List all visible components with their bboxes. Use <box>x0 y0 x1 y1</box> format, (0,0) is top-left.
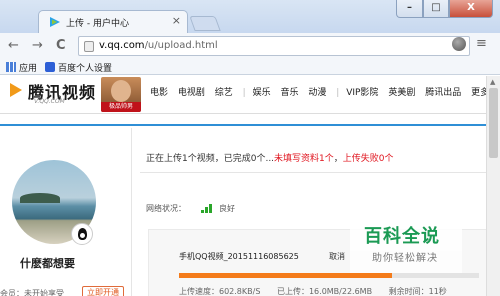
browser-toolbar: ← → C v.qq.com/u/upload.html ☆ ≡ <box>0 33 500 59</box>
bookmarks-bar: 应用 百度个人设置 <box>0 59 500 75</box>
network-status: 良好 <box>219 204 235 213</box>
upload-speed: 上传速度：602.8KB/S <box>179 287 261 296</box>
close-window-button[interactable]: X <box>449 0 493 18</box>
signal-bars-icon <box>201 204 215 213</box>
url-host: v.qq.com <box>99 40 145 51</box>
new-tab-button[interactable] <box>189 16 221 31</box>
promo-portrait <box>111 80 131 102</box>
scroll-up-icon[interactable]: ▲ <box>490 78 495 86</box>
nav-item-vip[interactable]: VIP影院 <box>346 88 378 98</box>
logo-play-icon <box>10 83 22 97</box>
page-content: 腾讯视频 V.QQ.COM 极品帅男 电影 电视剧 综艺 | 娱乐 音乐 动漫 … <box>0 76 486 296</box>
minimize-button[interactable]: – <box>396 0 423 18</box>
url-path: /u/upload.html <box>144 40 218 51</box>
scroll-thumb[interactable] <box>489 88 498 158</box>
tab-strip: 上传 - 用户中心 × – □ X <box>0 0 500 33</box>
bookmark-label: 百度个人设置 <box>58 64 113 74</box>
member-status: 会员：未开始享受 <box>0 289 64 296</box>
vertical-scrollbar[interactable]: ▲ <box>486 76 500 296</box>
tab-close-icon[interactable]: × <box>172 14 181 27</box>
reload-icon[interactable]: C <box>56 38 66 53</box>
nav-item-variety[interactable]: 综艺 <box>215 88 233 98</box>
site-header: 腾讯视频 V.QQ.COM 极品帅男 电影 电视剧 综艺 | 娱乐 音乐 动漫 … <box>0 76 486 114</box>
main-nav: 电影 电视剧 综艺 | 娱乐 音乐 动漫 | VIP影院 英美剧 腾讯出品 更多 <box>150 85 486 98</box>
baike-watermark: 百科全说 助你轻松解决 <box>350 221 462 273</box>
settings-wrench-icon[interactable]: ≡ <box>476 36 487 51</box>
tencent-video-favicon-icon <box>50 17 60 27</box>
upload-amount: 已上传：16.0MB/22.6MB <box>276 287 373 296</box>
upload-stats: 上传速度：602.8KB/S 已上传：16.0MB/22.6MB 剩余时间：11… <box>179 286 461 296</box>
nav-item-music[interactable]: 音乐 <box>280 88 298 98</box>
upload-status: 正在上传1个视频，已完成0个...未填写资料1个，上传失败0个 <box>146 151 394 164</box>
upload-file-name: 手机QQ视频_20151116085625 <box>179 252 299 261</box>
extension-globe-icon[interactable] <box>452 37 466 51</box>
bookmark-label: 应用 <box>19 64 38 74</box>
forward-icon[interactable]: → <box>32 38 43 53</box>
upload-progress-bar <box>179 273 479 278</box>
nav-item-movie[interactable]: 电影 <box>150 88 168 98</box>
upload-progress-fill <box>179 273 392 278</box>
url-text: v.qq.com/u/upload.html <box>99 40 218 51</box>
nav-item-anime[interactable]: 动漫 <box>308 88 326 98</box>
nav-separator: | <box>242 88 246 98</box>
username: 什麽都想要 <box>20 257 75 270</box>
back-icon[interactable]: ← <box>8 38 19 53</box>
header-accent-bar <box>0 124 486 126</box>
baidu-paw-icon <box>45 62 55 72</box>
avatar-island <box>20 193 60 203</box>
watermark-title: 百科全说 <box>364 226 440 247</box>
cancel-upload-button[interactable]: 取消 <box>329 251 345 262</box>
divider <box>140 172 486 173</box>
address-bar[interactable]: v.qq.com/u/upload.html ☆ <box>78 36 470 56</box>
network-label: 网络状况： <box>146 204 186 213</box>
nav-item-entertainment[interactable]: 娱乐 <box>253 88 271 98</box>
status-failed-link[interactable]: 上传失败0个 <box>343 154 394 164</box>
open-membership-button[interactable]: 立即开通 <box>82 286 124 296</box>
status-separator: ， <box>333 154 343 164</box>
status-progress-text: 正在上传1个视频，已完成0个... <box>146 154 275 164</box>
page-icon <box>84 41 94 52</box>
nav-item-original[interactable]: 腾讯出品 <box>425 88 461 98</box>
bookmark-apps[interactable]: 应用 <box>6 61 37 74</box>
nav-item-tv[interactable]: 电视剧 <box>178 88 205 98</box>
tencent-video-logo[interactable]: 腾讯视频 V.QQ.COM <box>10 79 100 107</box>
qq-penguin-icon <box>71 223 93 245</box>
status-unfilled-link[interactable]: 未填写资料1个 <box>274 154 334 164</box>
minimize-icon: – <box>407 2 412 13</box>
bookmark-baidu[interactable]: 百度个人设置 <box>45 61 112 74</box>
profile-sidebar: 什麽都想要 会员：未开始享受 立即开通 <box>0 128 132 296</box>
promo-label: 极品帅男 <box>101 102 141 112</box>
maximize-icon: □ <box>431 2 441 13</box>
upload-remaining: 剩余时间：11秒 <box>388 287 447 296</box>
promo-banner[interactable]: 极品帅男 <box>101 77 141 112</box>
watermark-subtitle: 助你轻松解决 <box>372 253 438 264</box>
tab-title: 上传 - 用户中心 <box>66 19 129 29</box>
nav-item-more[interactable]: 更多 <box>471 88 486 98</box>
maximize-button[interactable]: □ <box>423 0 449 18</box>
browser-tab[interactable]: 上传 - 用户中心 × <box>38 10 188 33</box>
close-icon: X <box>467 2 475 13</box>
logo-subtext: V.QQ.COM <box>34 98 65 105</box>
nav-item-us-uk[interactable]: 英美剧 <box>388 88 415 98</box>
nav-separator: | <box>336 88 340 98</box>
apps-grid-icon <box>6 62 16 72</box>
